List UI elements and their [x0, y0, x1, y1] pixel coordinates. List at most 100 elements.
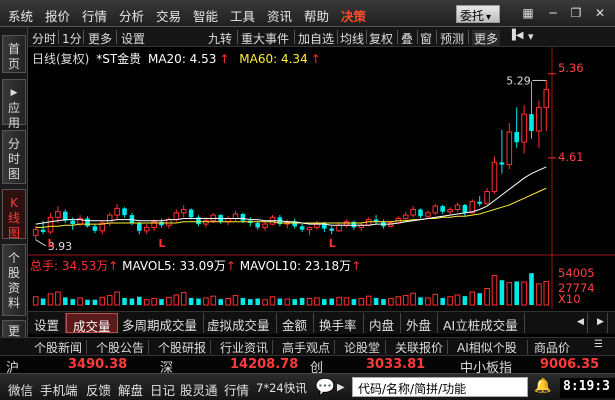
tool-settings[interactable]: 设置 — [121, 30, 145, 47]
volume-bar — [188, 297, 194, 305]
play-icon: ▶ — [10, 88, 18, 98]
tab-ai-similar-stocks[interactable]: AI相似个股 — [457, 339, 517, 356]
candle-body — [425, 212, 431, 217]
volume-bar — [92, 299, 98, 305]
tool-overlay[interactable]: 叠 — [401, 30, 413, 47]
l-marker: L — [159, 237, 166, 250]
tab-volume[interactable]: 成交量 — [66, 313, 118, 334]
menu-system[interactable]: 系统 — [8, 6, 33, 25]
index-cy-value[interactable]: 3033.81 — [366, 357, 425, 372]
minimize-icon[interactable]: ─ — [545, 5, 561, 22]
tab-commodity-prices[interactable]: 商品价 — [534, 339, 570, 356]
kline-chart[interactable]: 5.29 3.93 L L L 日线(复权) *ST金贵 MA20: 4.53 ↑ MA6… — [28, 47, 615, 309]
search-input[interactable]: 代码/名称/简拼/功能 — [352, 377, 528, 397]
menu-expand-icon[interactable]: ☰ — [594, 339, 603, 350]
bottom-feedback[interactable]: 反馈 — [86, 380, 111, 399]
menu-market[interactable]: 行情 — [82, 6, 107, 25]
candle-body — [447, 208, 453, 213]
tab-stock-forum[interactable]: 论股堂 — [344, 339, 380, 356]
index-sh-value[interactable]: 3490.38 — [68, 357, 127, 372]
menu-decision[interactable]: 决策 — [341, 6, 366, 25]
entrust-button[interactable]: 委托 ▾ — [456, 5, 500, 23]
volume-axis-top: 54005 — [558, 266, 595, 280]
tool-window[interactable]: 窗 — [420, 30, 432, 47]
candle-body — [166, 219, 172, 226]
volume-bar — [180, 292, 187, 306]
menu-analysis[interactable]: 分析 — [119, 6, 144, 25]
tool-1min[interactable]: 1分 — [62, 30, 82, 47]
tool-major-events[interactable]: 重大事件 — [241, 30, 289, 47]
tab-inner-volume[interactable]: 内盘 — [363, 313, 402, 333]
volume-bar — [85, 299, 90, 305]
volume-bar — [447, 296, 453, 306]
tool-forecast[interactable]: 预测 — [440, 30, 464, 47]
bottom-mobile[interactable]: 手机端 — [40, 380, 78, 399]
menu-help[interactable]: 帮助 — [304, 6, 329, 25]
scroll-right-icon[interactable]: ▶ — [594, 313, 608, 333]
volume-bar — [77, 297, 83, 306]
menu-news[interactable]: 资讯 — [267, 6, 292, 25]
volume-bar — [122, 297, 127, 305]
menu-quotes[interactable]: 报价 — [45, 6, 70, 25]
bottom-quotes[interactable]: 行情 — [224, 380, 249, 399]
arrow-left-icon[interactable]: ▐◀ — [508, 30, 523, 41]
chevron-down-icon[interactable]: ▾ — [528, 30, 534, 43]
tool-more[interactable]: 更多 — [472, 30, 501, 47]
menu-smart[interactable]: 智能 — [193, 6, 218, 25]
volume-bar — [454, 294, 461, 306]
tool-adjust[interactable]: 复权 — [369, 30, 393, 47]
tab-stock-announcements[interactable]: 个股公告 — [96, 339, 144, 356]
bottom-diary[interactable]: 日记 — [150, 380, 175, 399]
menu-trade[interactable]: 交易 — [156, 6, 181, 25]
index-sme-value[interactable]: 9006.35 — [540, 357, 599, 372]
volume-bar — [314, 297, 320, 306]
bottom-wechat[interactable]: 微信 — [8, 380, 33, 399]
bottom-analysis[interactable]: 解盘 — [118, 380, 143, 399]
candle-body — [529, 114, 534, 131]
close-icon[interactable]: ✕ — [592, 5, 608, 22]
volume-bar — [173, 294, 180, 306]
bottom-stock-link[interactable]: 股灵通 — [180, 380, 218, 399]
bottom-flash-news[interactable]: 7*24快讯 — [256, 380, 307, 396]
tab-stock-news[interactable]: 个股新闻 — [34, 339, 82, 356]
candle-body — [32, 229, 39, 236]
tab-home[interactable]: 首页 — [2, 35, 26, 73]
tab-stock-profile[interactable]: 个股资料 — [2, 244, 26, 316]
tool-add-watchlist[interactable]: 加自选 — [298, 30, 334, 47]
tab-turnover-rate[interactable]: 换手率 — [313, 313, 364, 333]
tool-moving-average[interactable]: 均线 — [340, 30, 364, 47]
scroll-left-icon[interactable]: ◀ — [574, 313, 588, 333]
tool-nine-turn[interactable]: 九转 — [208, 30, 232, 47]
tab-multi-period-volume[interactable]: 多周期成交量 — [116, 313, 205, 333]
tab-stock-research[interactable]: 个股研报 — [158, 339, 206, 356]
candle-body — [47, 216, 54, 233]
candle-body — [173, 212, 180, 221]
arrow-right-icon[interactable]: ▶ — [337, 382, 345, 393]
tab-kline[interactable]: K线图 — [2, 189, 26, 240]
volume-bar — [477, 293, 482, 305]
grid-icon[interactable]: ▦ — [520, 5, 536, 22]
tab-indicator-settings[interactable]: 设置 — [28, 313, 67, 333]
chat-bubble-icon[interactable]: 💬 — [315, 377, 335, 396]
tool-more-periods[interactable]: 更多 — [88, 30, 112, 47]
index-sz-value[interactable]: 14208.78 — [230, 357, 298, 372]
bell-icon[interactable]: 🔔 — [534, 378, 551, 394]
tab-virtual-volume[interactable]: 虚拟成交量 — [201, 313, 277, 333]
tab-amount[interactable]: 金额 — [276, 313, 315, 333]
candle-body — [55, 211, 61, 218]
volume-info-line: 总手: 34.53万↑ MAVOL5: 33.09万↑ MAVOL10: 23.… — [30, 257, 361, 274]
tab-apps[interactable]: ▶ 应用 — [2, 79, 26, 130]
tab-ai-volume[interactable]: AI立桩成交量 — [437, 313, 525, 333]
restore-icon[interactable]: ❐ — [568, 5, 584, 22]
tab-industry-news[interactable]: 行业资讯 — [220, 339, 268, 356]
volume-bar — [425, 297, 431, 306]
menu-tools[interactable]: 工具 — [230, 6, 255, 25]
tab-expert-views[interactable]: 高手观点 — [282, 339, 330, 356]
volume-bar — [536, 283, 542, 306]
candle-body — [477, 201, 482, 204]
candle-body — [240, 213, 246, 221]
tab-related-quotes[interactable]: 关联报价 — [395, 339, 443, 356]
tab-outer-volume[interactable]: 外盘 — [400, 313, 439, 333]
tab-intraday[interactable]: 分时图 — [2, 130, 26, 184]
tool-intraday[interactable]: 分时 — [32, 30, 56, 47]
